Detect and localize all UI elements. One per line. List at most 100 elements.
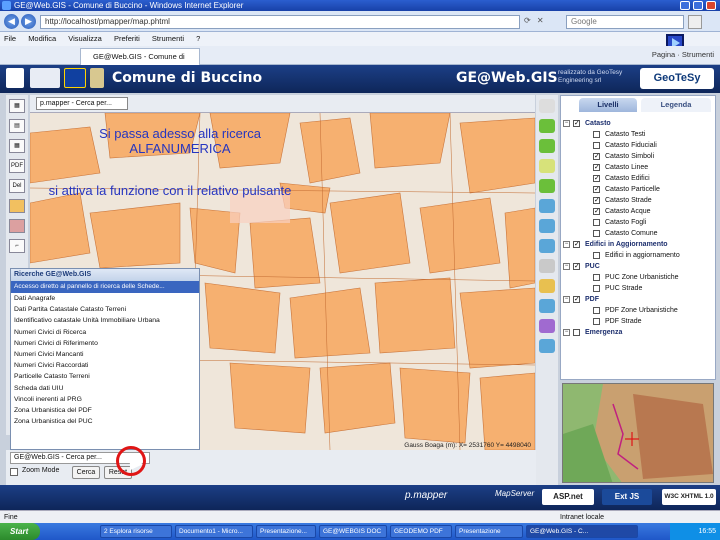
menu-strumenti[interactable]: Strumenti (152, 34, 184, 43)
layers-icon[interactable] (9, 199, 25, 213)
layer-item[interactable]: Catasto Fogli (563, 217, 713, 228)
back-button[interactable]: ◀ (4, 14, 19, 29)
layer-item[interactable]: Catasto Strade (563, 195, 713, 206)
minimize-button[interactable] (680, 1, 690, 10)
search-option[interactable]: Particelle Catasto Terreni (11, 371, 199, 382)
search-option[interactable]: Dati Anagrafe (11, 293, 199, 304)
layer-item[interactable]: PUC Zone Urbanistiche (563, 272, 713, 283)
layer-group[interactable]: − Catasto (563, 118, 713, 129)
identify-icon[interactable] (539, 259, 555, 273)
search-option[interactable]: Zona Urbanistica del PDF (11, 405, 199, 416)
layer-checkbox[interactable] (593, 307, 600, 314)
layer-checkbox[interactable] (593, 162, 600, 173)
layer-checkbox[interactable] (573, 239, 580, 250)
start-button[interactable]: Start (0, 523, 40, 540)
forward-button[interactable]: ▶ (21, 14, 36, 29)
tab-gewebgis[interactable]: GE@Web.GIS - Comune di Buccino (80, 48, 200, 76)
menu-file[interactable]: File (4, 34, 16, 43)
layer-item[interactable]: Edifici in aggiornamento (563, 250, 713, 261)
zoom-mode-checkbox[interactable] (10, 468, 18, 476)
layer-checkbox[interactable] (593, 131, 600, 138)
layer-group[interactable]: − Edifici in Aggiornamento (563, 239, 713, 250)
menu-modifica[interactable]: Modifica (28, 34, 56, 43)
arrow-left-icon[interactable] (539, 119, 555, 133)
layer-checkbox[interactable] (593, 142, 600, 149)
tab-legenda[interactable]: Legenda (641, 98, 711, 112)
search-option[interactable]: Vincoli inerenti al PRG (11, 394, 199, 405)
expand-collapse-icon[interactable]: − (563, 120, 570, 127)
layer-checkbox[interactable] (593, 173, 600, 184)
menu-help[interactable]: ? (196, 34, 200, 43)
taskbar-item[interactable]: 2 Esplora risorse (100, 525, 172, 538)
close-window-button[interactable] (706, 1, 716, 10)
taskbar-item[interactable]: Presentazione (455, 525, 523, 538)
layer-checkbox[interactable] (593, 285, 600, 292)
taskbar-item-active[interactable]: GE@Web.GIS - C... (526, 525, 638, 538)
arrow-right-icon[interactable] (539, 139, 555, 153)
pan-icon[interactable] (539, 159, 555, 173)
layer-checkbox[interactable] (573, 261, 580, 272)
edit-icon[interactable] (539, 339, 555, 353)
layer-item[interactable]: Catasto Fiduciali (563, 140, 713, 151)
marker-icon[interactable] (539, 319, 555, 333)
search-option[interactable]: Numeri Civici di Ricerca (11, 327, 199, 338)
layer-item[interactable]: PDF Zone Urbanistiche (563, 305, 713, 316)
layer-item[interactable]: Catasto Edifici (563, 173, 713, 184)
layer-item[interactable]: PDF Strade (563, 316, 713, 327)
home-icon[interactable] (539, 99, 555, 113)
layer-group[interactable]: − PDF (563, 294, 713, 305)
table-icon[interactable]: ▤ (9, 119, 25, 133)
search-option[interactable]: Numeri Civici Mancanti (11, 349, 199, 360)
layer-item[interactable]: Catasto Particelle (563, 184, 713, 195)
search-option[interactable]: Dati Partita Catastale Catasto Terreni (11, 304, 199, 315)
layer-group[interactable]: − Emergenza (563, 327, 713, 338)
zoom-out-icon[interactable] (539, 219, 555, 233)
url-field[interactable]: http://localhost/pmapper/map.phtml (40, 15, 520, 29)
layer-checkbox[interactable] (593, 184, 600, 195)
search-option-selected[interactable]: Accesso diretto al pannello di ricerca d… (11, 281, 199, 293)
tools-menu[interactable]: Strumenti (682, 50, 714, 59)
expand-collapse-icon[interactable]: − (563, 296, 570, 303)
layer-checkbox[interactable] (593, 206, 600, 217)
refresh-map-icon[interactable] (539, 179, 555, 193)
layer-group[interactable]: − PUC (563, 261, 713, 272)
layer-checkbox[interactable] (593, 274, 600, 281)
layer-item[interactable]: Catasto Simboli (563, 151, 713, 162)
search-go-button[interactable] (688, 15, 702, 29)
search-option[interactable]: Scheda dati UIU (11, 383, 199, 394)
layer-checkbox[interactable] (593, 219, 600, 226)
search-option[interactable]: Zona Urbanistica del PUC (11, 416, 199, 427)
search-option[interactable]: Identificativo catastale Unità Immobilia… (11, 315, 199, 326)
tab-livelli[interactable]: Livelli (579, 98, 637, 112)
overview-map[interactable] (562, 383, 714, 483)
layer-checkbox[interactable] (593, 195, 600, 206)
search-option[interactable]: Numeri Civici di Riferimento (11, 338, 199, 349)
taskbar-item[interactable]: Documento1 - Micro... (175, 525, 253, 538)
layer-checkbox[interactable] (593, 151, 600, 162)
layer-checkbox[interactable] (573, 329, 580, 336)
eraser-icon[interactable] (9, 219, 25, 233)
select-icon[interactable] (539, 279, 555, 293)
layer-item[interactable]: Catasto Comune (563, 228, 713, 239)
pdf-icon[interactable]: PDF (9, 159, 25, 173)
page-menu[interactable]: Pagina (652, 50, 675, 59)
search-option[interactable]: Numeri Civici Raccordati (11, 360, 199, 371)
browser-search-input[interactable]: Google (566, 15, 684, 29)
print-icon[interactable]: ▦ (9, 99, 25, 113)
move-icon[interactable] (539, 239, 555, 253)
layer-item[interactable]: PUC Strade (563, 283, 713, 294)
taskbar-item[interactable]: GE@WEBGIS DOC (319, 525, 387, 538)
layer-item[interactable]: Catasto Acque (563, 206, 713, 217)
menu-preferiti[interactable]: Preferiti (114, 34, 140, 43)
measure-icon[interactable] (539, 299, 555, 313)
layer-checkbox[interactable] (573, 118, 580, 129)
layer-item[interactable]: Catasto Testi (563, 129, 713, 140)
search-button[interactable]: Cerca (72, 466, 100, 479)
expand-collapse-icon[interactable]: − (563, 329, 570, 336)
zoom-in-icon[interactable] (539, 199, 555, 213)
refresh-stop-icons[interactable]: ⟳ ✕ (524, 16, 546, 25)
menu-visualizza[interactable]: Visualizza (68, 34, 102, 43)
taskbar-item[interactable]: Presentazione... (256, 525, 316, 538)
layer-checkbox[interactable] (593, 318, 600, 325)
del-icon[interactable]: Del (9, 179, 25, 193)
